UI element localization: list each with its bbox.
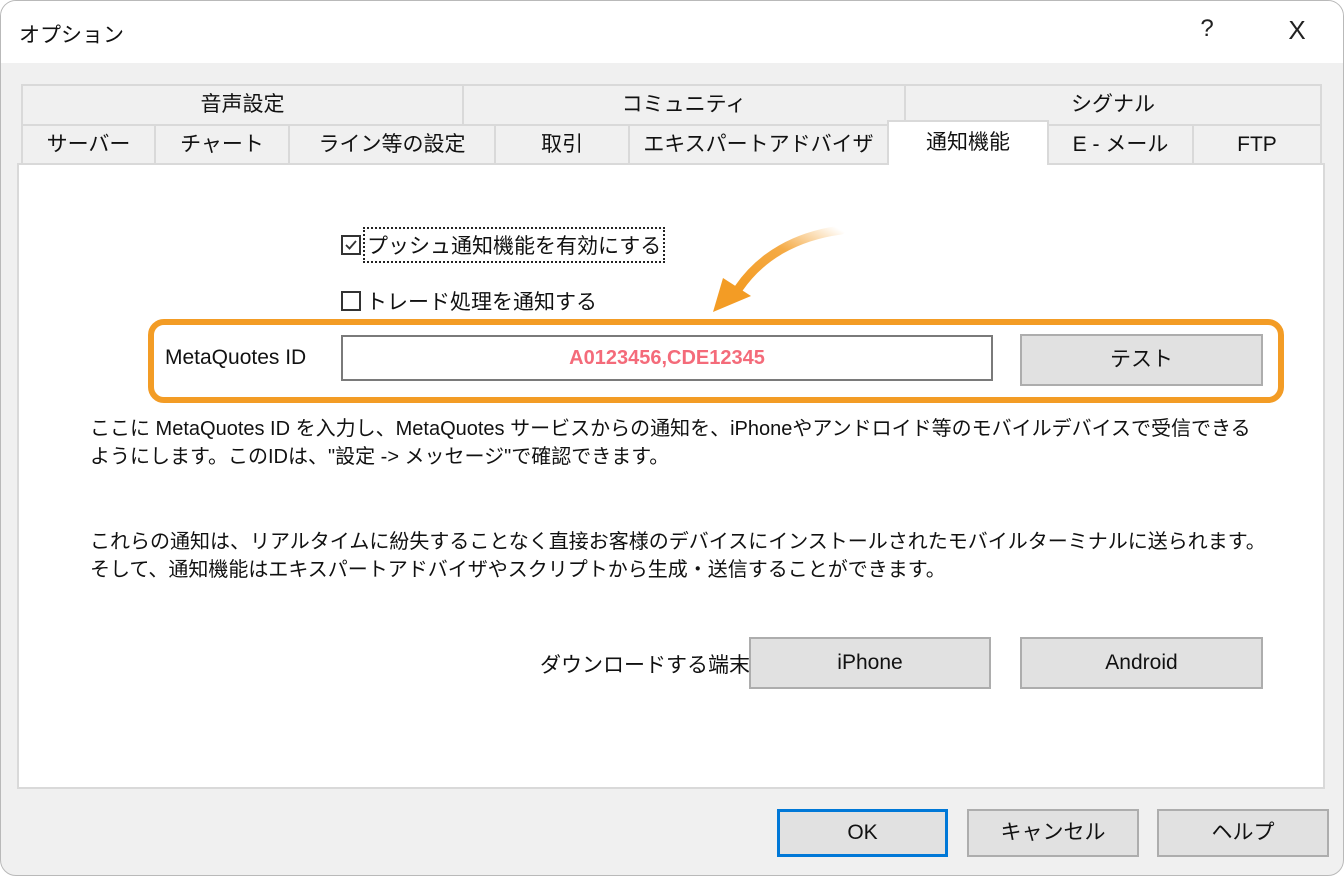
android-download-button[interactable]: Android (1020, 637, 1263, 689)
help-icon[interactable]: ? (1189, 15, 1225, 43)
options-dialog: オプション ? X 音声設定 コミュニティ シグナル サーバー チャート ライン… (0, 0, 1344, 876)
metaquotes-id-input[interactable] (341, 335, 993, 381)
notify-trades-checkbox[interactable]: トレード処理を通知する (341, 286, 597, 316)
cancel-button[interactable]: キャンセル (967, 809, 1139, 857)
help-button[interactable]: ヘルプ (1157, 809, 1329, 857)
metaquotes-id-label: MetaQuotes ID (165, 346, 307, 369)
tab-expert-advisors[interactable]: エキスパートアドバイザ (628, 124, 889, 165)
tab-trade[interactable]: 取引 (494, 124, 630, 165)
checkbox-checked[interactable] (341, 235, 361, 255)
enable-push-checkbox[interactable]: プッシュ通知機能を有効にする (341, 227, 666, 263)
iphone-download-button[interactable]: iPhone (749, 637, 991, 689)
tab-objects[interactable]: ライン等の設定 (288, 124, 496, 165)
description-notifications: これらの通知は、リアルタイムに紛失することなく直接お客様のデバイスにインストール… (90, 531, 1266, 581)
tab-ftp[interactable]: FTP (1192, 124, 1322, 165)
tab-community[interactable]: コミュニティ (462, 84, 906, 126)
annotation-arrow-icon (713, 226, 846, 312)
description-metaquotes-id: ここに MetaQuotes ID を入力し、MetaQuotes サービスから… (90, 418, 1251, 468)
notifications-panel (17, 163, 1325, 789)
ok-button[interactable]: OK (777, 809, 948, 857)
title-bar: オプション ? X (1, 1, 1343, 63)
test-button[interactable]: テスト (1020, 334, 1263, 386)
dialog-title: オプション (19, 24, 124, 47)
tab-notifications[interactable]: 通知機能 (887, 120, 1049, 165)
tab-sound[interactable]: 音声設定 (21, 84, 464, 126)
notify-trades-label: トレード処理を通知する (366, 291, 597, 314)
enable-push-label: プッシュ通知機能を有効にする (362, 227, 666, 263)
tab-email[interactable]: E - メール (1047, 124, 1194, 165)
tab-server[interactable]: サーバー (21, 124, 156, 165)
checkbox-unchecked[interactable] (341, 291, 361, 311)
checkmark-icon (345, 240, 357, 250)
tab-charts[interactable]: チャート (154, 124, 290, 165)
download-terminal-label: ダウンロードする端末: (540, 654, 756, 677)
close-icon[interactable]: X (1279, 15, 1315, 46)
